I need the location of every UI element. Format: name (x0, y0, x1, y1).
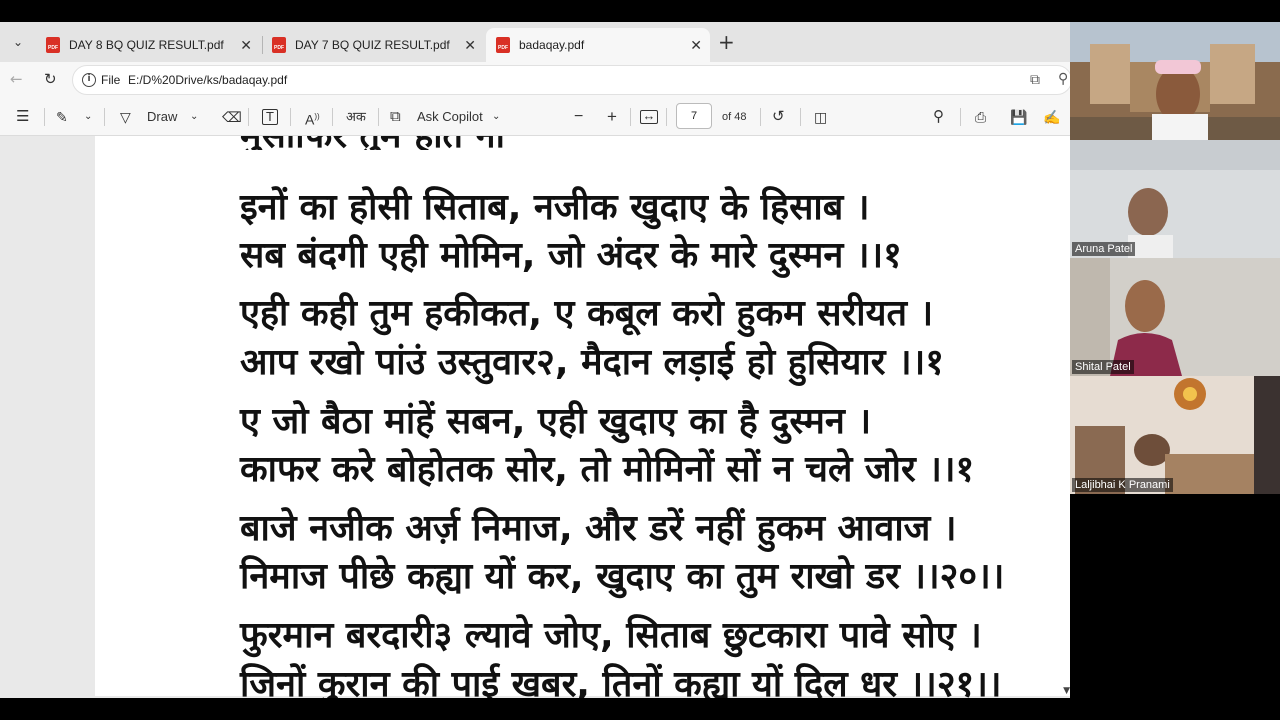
chevron-down-icon[interactable]: ⌄ (84, 107, 92, 127)
video-feed-temple (1070, 22, 1280, 140)
eraser-icon[interactable]: ⌫ (222, 107, 242, 127)
pdf-toolbar: ☰ ✎ ⌄ ▽ Draw ⌄ ⌫ T A)) अक ⧉ Ask Copilot … (0, 98, 1070, 136)
toolbar-divider (630, 108, 631, 126)
translate-label: अक (346, 109, 366, 124)
page-total: of 48 (722, 111, 747, 123)
text-box-icon[interactable]: T (262, 109, 278, 125)
toolbar-divider (332, 108, 333, 126)
document-viewer[interactable]: मुसाफिर तुम होते ना इनों का होसी सिताब, … (0, 136, 1070, 698)
verse-line: इनों का होसी सिताब, नजीक खुदाए के हिसाब … (240, 187, 870, 228)
verse-line: काफर करे बोहोतक सोर, तो मोमिनों सों न चल… (240, 449, 975, 490)
pdf-page: मुसाफिर तुम होते ना इनों का होसी सिताब, … (95, 136, 1070, 699)
refresh-icon[interactable]: ↻ (44, 70, 57, 88)
info-icon[interactable]: i (82, 73, 96, 87)
cut-off-line: मुसाफिर तुम होते ना (240, 136, 505, 150)
tab-strip: ⌄ PDF DAY 8 BQ QUIZ RESULT.pdf ✕ PDF DAY… (0, 22, 1070, 62)
save-as-icon[interactable]: ✍ (1043, 107, 1060, 127)
video-tile-shital[interactable]: Shital Patel (1070, 258, 1280, 376)
toolbar-divider (960, 108, 961, 126)
video-feed (1070, 376, 1280, 494)
page-view-icon[interactable]: ◫ (814, 107, 827, 127)
video-tile-aruna[interactable]: Aruna Patel (1070, 140, 1280, 258)
chevron-down-icon[interactable]: ⌄ (492, 107, 500, 127)
browser-window: ⌄ PDF DAY 8 BQ QUIZ RESULT.pdf ✕ PDF DAY… (0, 22, 1070, 698)
video-tile-laljibhai[interactable]: Laljibhai K Pranami (1070, 376, 1280, 494)
screen: ⌄ PDF DAY 8 BQ QUIZ RESULT.pdf ✕ PDF DAY… (0, 0, 1280, 720)
draw-pen-icon[interactable]: ▽ (120, 107, 131, 127)
tab-title: badaqay.pdf (519, 38, 585, 52)
highlight-icon[interactable]: ✎ (56, 107, 68, 127)
url-text[interactable]: E:/D%20Drive/ks/badaqay.pdf (128, 73, 287, 87)
close-tab-icon[interactable]: ✕ (690, 37, 702, 54)
verse-line: आप रखो पांउं उस्तुवार२, मैदान लड़ाई हो ह… (240, 342, 944, 383)
zoom-icon[interactable]: ⚲ (1058, 71, 1068, 87)
ask-copilot-button[interactable]: Ask Copilot (417, 107, 483, 127)
toolbar-divider (378, 108, 379, 126)
new-tab-button[interactable]: + (718, 32, 735, 52)
toolbar-divider (800, 108, 801, 126)
tab-badaqay[interactable]: PDF badaqay.pdf ✕ (486, 28, 710, 62)
toolbar-divider (290, 108, 291, 126)
read-aloud-icon[interactable]: A)) (305, 107, 320, 130)
participant-name: Shital Patel (1072, 360, 1134, 374)
page-number-input[interactable]: 7 (676, 103, 712, 129)
verse-line: निमाज पीछे कह्या यों कर, खुदाए का तुम रा… (240, 556, 1005, 597)
tab-day7-quiz[interactable]: PDF DAY 7 BQ QUIZ RESULT.pdf ✕ (262, 28, 484, 62)
fit-width-icon[interactable]: ↔ (640, 109, 658, 124)
participant-name: Laljibhai K Pranami (1072, 478, 1173, 492)
toolbar-divider (104, 108, 105, 126)
toolbar-divider (248, 108, 249, 126)
participant-name: Aruna Patel (1072, 242, 1136, 256)
scroll-down-arrow-icon[interactable]: ▼ (1063, 686, 1070, 696)
zoom-in-icon[interactable]: + (607, 107, 617, 127)
search-icon[interactable]: ⚲ (933, 107, 944, 127)
scheme-label: File (101, 73, 121, 87)
toolbar-divider (666, 108, 667, 126)
close-tab-icon[interactable]: ✕ (464, 37, 476, 54)
video-tile-1[interactable] (1070, 22, 1280, 140)
verse-line: एही कही तुम हकीकत, ए कबूल करो हुकम सरीयत… (240, 293, 934, 334)
toolbar-divider (760, 108, 761, 126)
tab-title: DAY 8 BQ QUIZ RESULT.pdf (69, 38, 224, 52)
video-feed (1070, 258, 1280, 376)
chevron-down-icon[interactable]: ⌄ (190, 107, 198, 127)
copilot-icon[interactable]: ⧉ (390, 107, 401, 127)
pdf-icon: PDF (272, 37, 286, 53)
pdf-icon: PDF (496, 37, 510, 53)
close-tab-icon[interactable]: ✕ (240, 37, 252, 54)
zoom-out-icon[interactable]: − (574, 107, 583, 127)
tab-day8-quiz[interactable]: PDF DAY 8 BQ QUIZ RESULT.pdf ✕ (36, 28, 260, 62)
copilot-icon[interactable]: ⧉ (1030, 72, 1040, 88)
draw-button[interactable]: Draw (147, 107, 177, 127)
contents-list-icon[interactable]: ☰ (16, 107, 29, 127)
verse-line: बाजे नजीक अर्ज़ निमाज, और डरें नहीं हुकम… (240, 508, 957, 549)
address-row: ← ↻ i File E:/D%20Drive/ks/badaqay.pdf ⧉… (0, 62, 1070, 98)
verse-line: जिनों कुरान की पाई खबर, तिनों कह्या यों … (240, 664, 1002, 699)
pdf-icon: PDF (46, 37, 60, 53)
address-bar[interactable]: i File E:/D%20Drive/ks/badaqay.pdf ⧉ ⚲ (72, 65, 1070, 95)
verse-line: ए जो बैठा मांहें सबन, एही खुदाए का है दु… (240, 401, 872, 442)
tab-actions-menu-icon[interactable]: ⌄ (6, 30, 30, 54)
back-arrow-icon[interactable]: ← (10, 70, 23, 88)
video-feed (1070, 140, 1280, 258)
rotate-icon[interactable]: ↺ (772, 107, 785, 127)
read-aloud-label: A (305, 111, 315, 128)
translate-icon[interactable]: अक (346, 107, 366, 127)
tab-title: DAY 7 BQ QUIZ RESULT.pdf (295, 38, 450, 52)
toolbar-divider (44, 108, 45, 126)
save-icon[interactable]: 💾 (1010, 107, 1027, 127)
print-icon[interactable]: ⎙ (975, 107, 986, 127)
verse-line: सब बंदगी एही मोमिन, जो अंदर के मारे दुस्… (240, 235, 902, 276)
verse-line: फुरमान बरदारी३ ल्यावे जोए, सिताब छुटकारा… (240, 615, 982, 656)
